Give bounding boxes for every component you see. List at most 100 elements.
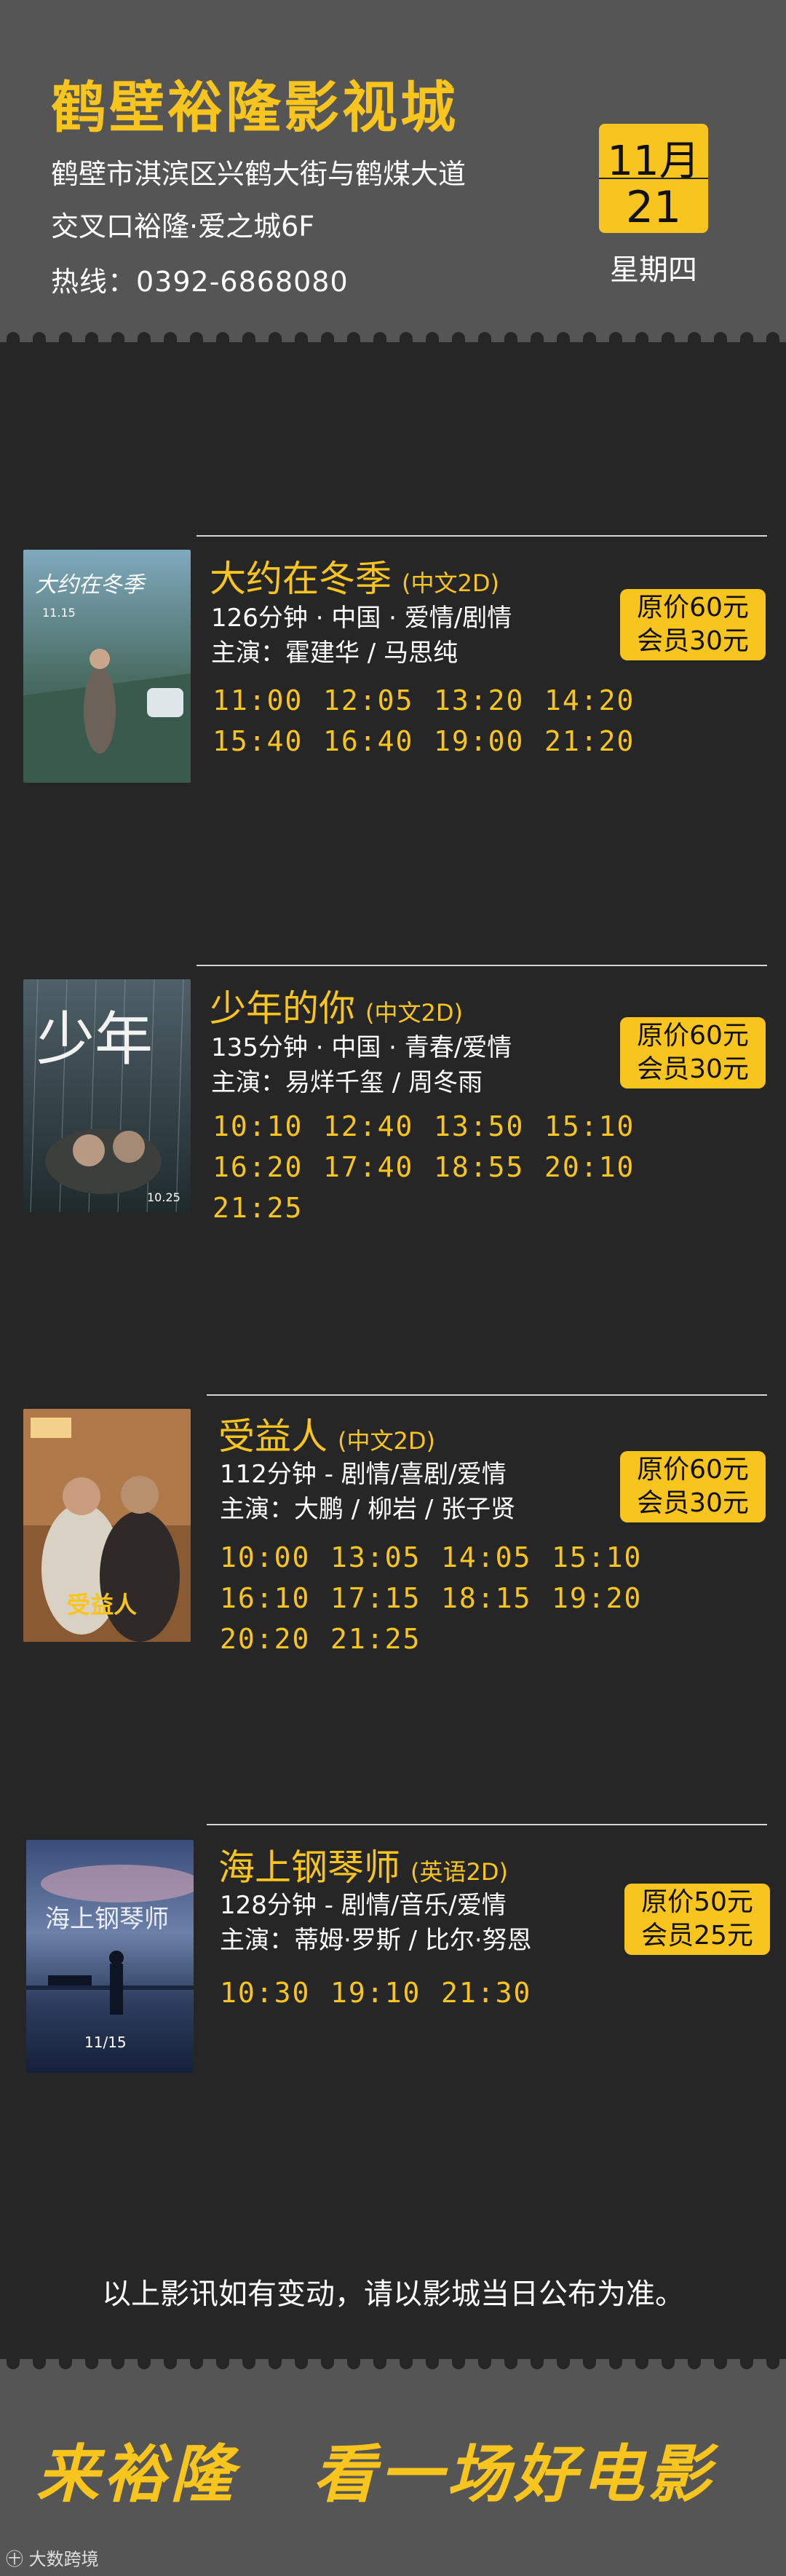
showtime: 18:55 [434,1151,525,1183]
movie-cast: 主演：霍建华 / 马思纯 [211,639,458,668]
svg-text:10.25: 10.25 [147,1190,180,1204]
perforation-dot [321,332,334,352]
showtime: 20:10 [544,1151,635,1183]
movie-title: 少年的你 (中文2D) [210,987,463,1030]
perforation-dot [635,2349,648,2369]
perforation-dot [85,332,98,352]
cinema-name: 鹤壁裕隆影视城 [51,75,458,140]
showtime: 10:30 [220,1977,311,2009]
movie-card: 海上钢琴师 11/15 海上钢琴师 (英语2D) 128分钟 - 剧情/音乐/爱情… [0,1824,786,2101]
perforation-dot [59,2349,72,2369]
movie-info: 135分钟 · 中国 · 青春/爱情 [211,1033,512,1062]
perforation-dot [426,332,439,352]
perforation-dot [111,332,124,352]
perforation-dot [478,332,491,352]
perforation-dot [714,332,727,352]
notice-text: 以上影讯如有变动，请以影城当日公布为准。 [102,2277,684,2311]
perforation-dot [138,332,151,352]
showtime-poster: 鹤壁裕隆影视城 鹤壁市淇滨区兴鹤大街与鹤煤大道 交叉口裕隆·爱之城6F 热线：0… [0,0,786,2576]
movie-title: 海上钢琴师 (英语2D) [218,1846,508,1889]
perforation-dot [269,332,282,352]
movie-format: (中文2D) [338,1427,435,1455]
showtime: 13:05 [330,1541,421,1573]
hotline: 热线：0392-6868080 [51,266,349,298]
showtimes: 11:00 12:05 13:20 14:20 15:40 16:40 19:0… [213,684,751,757]
movie-cast: 主演：蒂姆·罗斯 / 比尔·努恩 [220,1926,532,1955]
perforation-dot [531,2349,544,2369]
perforation-dot [164,332,177,352]
perforation-dot [242,332,255,352]
svg-text:11/15: 11/15 [84,2034,127,2051]
perforation-dot [190,332,203,352]
ticket-perforation [0,332,786,352]
poster-image: 大约在冬季 11.15 [23,550,191,783]
perforation-dot [531,332,544,352]
perforation-dot [164,2349,177,2369]
showtime: 10:10 [213,1110,303,1142]
perforation-dot [85,2349,98,2369]
perforation-dot [609,332,622,352]
price-regular: 原价60元 [637,1455,749,1485]
showtime: 21:25 [330,1623,421,1655]
showtime: 18:15 [441,1582,532,1614]
perforation-dot [557,2349,570,2369]
perforation-dot [504,2349,517,2369]
date-day: 21 [625,182,682,233]
price-member: 会员30元 [637,1488,749,1518]
perforation-dot [426,2349,439,2369]
watermark-logo-icon: ㊉ [6,2549,29,2569]
showtime: 16:40 [323,725,414,757]
perforation-dot [452,332,465,352]
perforation-dot [688,332,701,352]
perforation-dot [400,2349,413,2369]
showtimes: 10:30 19:10 21:30 [220,1977,758,2009]
slogan-part-2: 看一场好电影 [313,2438,715,2511]
perforation-dot [766,332,779,352]
movie-cast: 主演：易烊千玺 / 周冬雨 [211,1068,483,1097]
price-member: 会员30元 [637,626,749,656]
perforation-dot [138,2349,151,2369]
perforation-dot [216,2349,229,2369]
showtime: 12:05 [323,684,414,716]
perforation-dot [635,332,648,352]
perforation-dot [740,2349,753,2369]
slogan-part-1: 来裕隆 [36,2438,237,2511]
showtime: 14:05 [441,1541,532,1573]
price-badge: 原价50元 会员25元 [624,1884,770,1955]
divider [207,1824,767,1825]
svg-text:海上钢琴师: 海上钢琴师 [45,1905,169,1934]
perforation-dot [295,2349,308,2369]
perforation-dot [609,2349,622,2369]
address-line-1: 鹤壁市淇滨区兴鹤大街与鹤煤大道 [51,158,467,190]
perforation-dot [583,2349,596,2369]
showtime: 15:40 [213,725,303,757]
showtime: 21:20 [544,725,635,757]
perforation-dot [714,2349,727,2369]
perforation-dot [33,2349,46,2369]
showtime: 13:50 [434,1110,525,1142]
perforation-dot [347,2349,360,2369]
divider [196,965,767,966]
divider [196,535,767,537]
perforation-dot [216,332,229,352]
perforation-dot [347,332,360,352]
showtimes: 10:00 13:05 14:05 15:10 16:10 17:15 18:1… [220,1541,758,1655]
perforation-dot [583,332,596,352]
movie-format: (中文2D) [365,999,463,1027]
perforation-dot [373,332,386,352]
perforation-dot [321,2349,334,2369]
perforation-dot [59,332,72,352]
cinema-header: 鹤壁裕隆影视城 鹤壁市淇滨区兴鹤大街与鹤煤大道 交叉口裕隆·爱之城6F 热线：0… [0,0,786,352]
movie-info: 128分钟 - 剧情/音乐/爱情 [220,1891,507,1920]
perforation-dot [295,332,308,352]
perforation-dot [242,2349,255,2369]
showtime: 19:20 [552,1582,643,1614]
showtime: 11:00 [213,684,303,716]
perforation-dot [269,2349,282,2369]
perforation-dot [190,2349,203,2369]
perforation-dot [452,2349,465,2369]
movie-card: 大约在冬季 11.15 大约在冬季 (中文2D) 126分钟 · 中国 · 爱情/… [0,535,786,812]
price-badge: 原价60元 会员30元 [620,1017,766,1089]
ticket-perforation [0,2349,786,2369]
movie-card: 少年 10.25 少年的你 (中文2D) 135分钟 · 中国 · 青春/爱情 主… [0,965,786,1241]
